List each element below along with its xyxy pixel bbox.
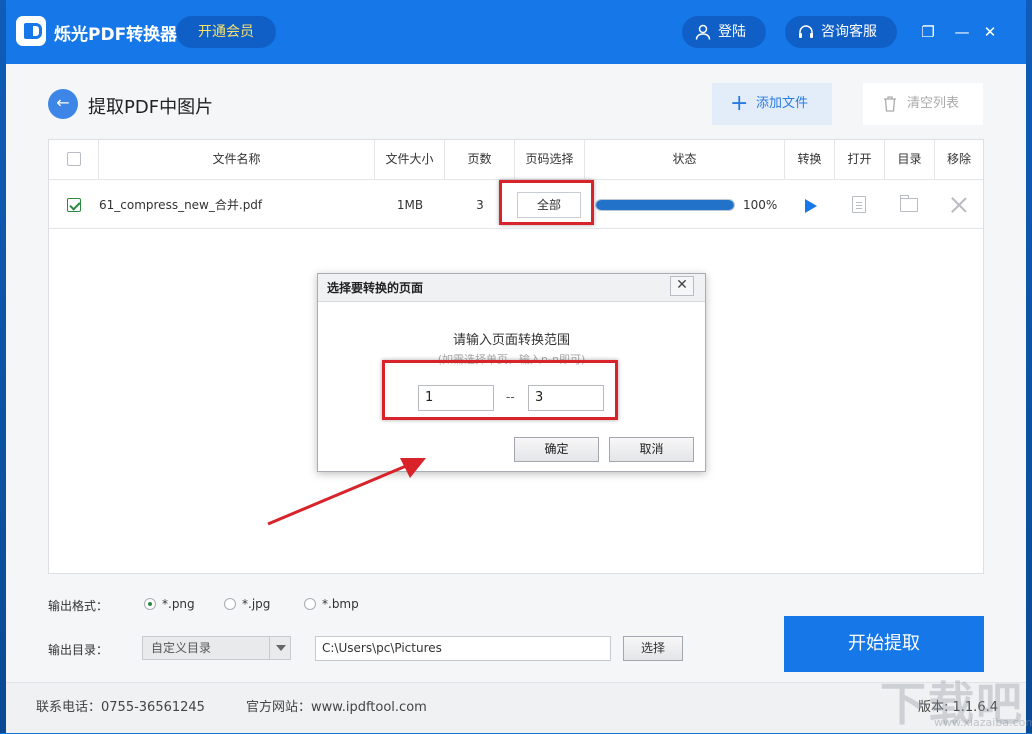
progress-fill [596, 200, 734, 210]
dialog-prompt: 请输入页面转换范围 [452, 333, 570, 348]
table-header: 文件名称 文件大小 页数 页码选择 状态 转换 打开 目录 移除 [49, 140, 983, 180]
range-from-input[interactable]: 1 [418, 385, 494, 411]
output-dir-mode: 自定义目录 [151, 641, 212, 655]
header-file-name: 文件名称 [99, 140, 375, 180]
chevron-down-icon [269, 637, 291, 659]
dialog-close-button[interactable]: ✕ [670, 276, 694, 296]
app-window: 烁光PDF转换器 开通会员 登陆 咨询客服 ❐ — ✕ ← 提取PDF中图片 +… [6, 0, 1026, 733]
title-bar: 烁光PDF转换器 开通会员 登陆 咨询客服 ❐ — ✕ [6, 0, 1026, 64]
clear-list-button[interactable]: 清空列表 [863, 83, 983, 125]
desktop-background-right [1026, 0, 1032, 733]
document-icon[interactable] [852, 196, 866, 213]
row-checkbox[interactable] [67, 198, 81, 212]
choose-dir-button[interactable]: 选择 [623, 636, 683, 661]
format-jpg-label: *.jpg [242, 597, 271, 611]
page-select-button[interactable]: 全部 [517, 192, 581, 218]
table-row: 61_compress_new_合并.pdf 1MB 3 全部 100% [49, 181, 983, 229]
range-separator: -- [506, 390, 515, 404]
page-title: 提取PDF中图片 [88, 97, 214, 118]
progress-text: 100% [743, 198, 778, 212]
add-file-label: 添加文件 [756, 96, 809, 111]
footer: 联系电话：0755-36561245 官方网站：www.ipdftool.com… [6, 682, 1026, 733]
header-remove: 移除 [946, 152, 971, 166]
annotation-arrow [267, 458, 426, 526]
minimize-button[interactable]: — [952, 22, 972, 42]
login-label: 登陆 [718, 24, 746, 40]
header-page-count: 页数 [445, 140, 515, 180]
output-format-label: 输出格式： [48, 599, 109, 613]
format-jpg-radio[interactable] [224, 598, 236, 610]
back-arrow-icon: ← [56, 93, 70, 112]
header-open: 打开 [835, 140, 885, 180]
header-convert: 转换 [785, 140, 835, 180]
dialog-title: 选择要转换的页面 [318, 274, 705, 302]
window-close-button[interactable]: ✕ [980, 22, 1000, 42]
format-bmp-radio[interactable] [304, 598, 316, 610]
headset-icon [799, 25, 813, 38]
back-button[interactable]: ← [48, 89, 78, 119]
app-title: 烁光PDF转换器 [54, 25, 178, 45]
header-file-size: 文件大小 [375, 140, 445, 180]
contact-phone: 联系电话：0755-36561245 [36, 700, 205, 715]
website: 官方网站：www.ipdftool.com [246, 700, 427, 715]
format-bmp-label: *.bmp [322, 597, 359, 611]
file-name: 61_compress_new_合并.pdf [99, 198, 263, 212]
header-directory: 目录 [885, 140, 935, 180]
restore-button[interactable]: ❐ [918, 22, 938, 42]
plus-icon: + [730, 91, 749, 116]
play-icon[interactable] [805, 199, 817, 213]
folder-icon[interactable] [900, 195, 918, 212]
close-icon: ✕ [676, 277, 688, 293]
header-page-select: 页码选择 [515, 140, 585, 180]
header-select-all-cell [49, 140, 99, 180]
dialog-hint: (如需选择单页，输入n-n即可) [437, 353, 586, 366]
file-size: 1MB [396, 198, 424, 212]
output-dir-select[interactable]: 自定义目录 [142, 636, 291, 660]
add-file-button[interactable]: + 添加文件 [712, 83, 832, 125]
watermark-url: www.xiazaiba.com [934, 716, 1032, 729]
format-png-radio[interactable] [144, 598, 156, 610]
start-extract-button[interactable]: 开始提取 [784, 616, 984, 672]
login-button[interactable]: 登陆 [682, 16, 766, 48]
cancel-button[interactable]: 取消 [609, 437, 694, 462]
page-count: 3 [476, 198, 484, 212]
app-logo-icon [16, 16, 46, 46]
customer-service-button[interactable]: 咨询客服 [785, 16, 897, 48]
customer-service-label: 咨询客服 [821, 24, 877, 40]
progress-bar [595, 199, 735, 211]
trash-icon [884, 96, 896, 112]
user-icon [695, 24, 711, 40]
output-dir-label: 输出目录： [48, 643, 109, 657]
output-path-input[interactable]: C:\Users\pc\Pictures [315, 636, 611, 661]
ok-button[interactable]: 确定 [514, 437, 599, 462]
header-status: 状态 [585, 140, 785, 180]
range-to-input[interactable]: 3 [528, 385, 604, 411]
format-png-label: *.png [162, 597, 195, 611]
vip-button[interactable]: 开通会员 [176, 16, 276, 48]
select-all-checkbox[interactable] [67, 152, 81, 166]
clear-list-label: 清空列表 [907, 96, 960, 111]
remove-icon[interactable] [950, 195, 968, 213]
